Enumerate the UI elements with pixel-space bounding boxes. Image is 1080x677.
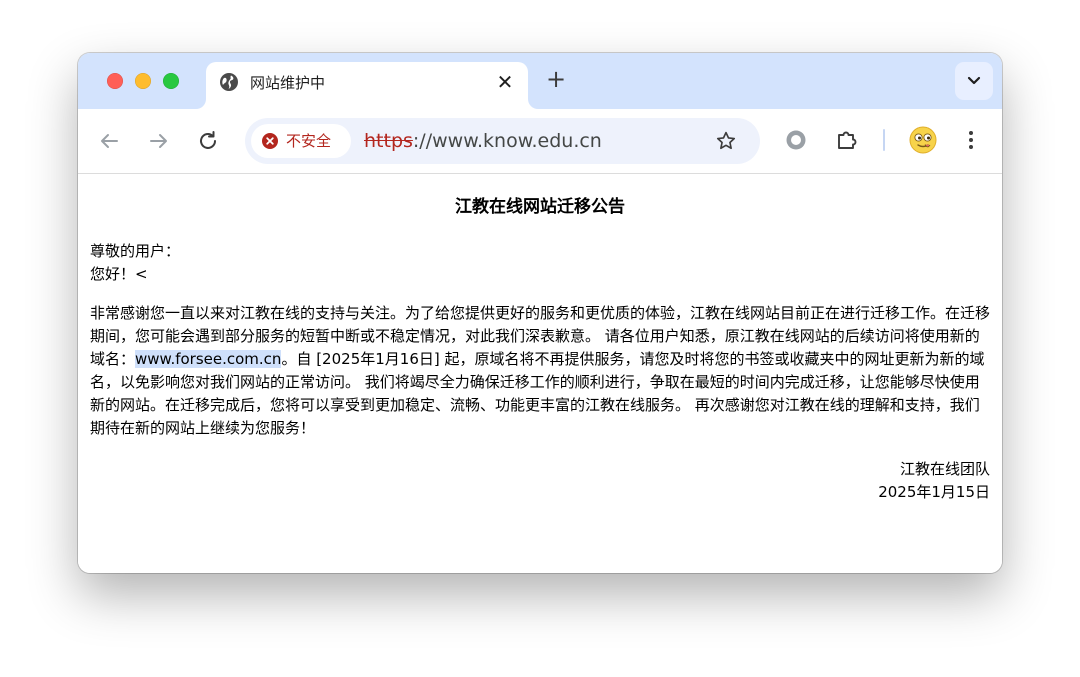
emoji-avatar-icon[interactable] xyxy=(908,125,938,155)
minimize-window-button[interactable] xyxy=(135,73,151,89)
reload-icon[interactable] xyxy=(196,129,220,153)
tab-active[interactable]: 网站维护中 ✕ xyxy=(206,62,528,109)
new-domain-text[interactable]: www.forsee.com.cn xyxy=(135,350,282,368)
browser-toolbar: 不安全 https://www.know.edu.cn xyxy=(78,109,1002,174)
toolbar-divider xyxy=(883,129,885,151)
warning-circle-icon xyxy=(262,133,278,149)
not-secure-label: 不安全 xyxy=(286,132,332,150)
browser-window: 网站维护中 ✕ + 不安全 https://www.know.edu.cn 江教… xyxy=(78,53,1002,573)
security-chip[interactable]: 不安全 xyxy=(251,124,351,158)
extension-circle-icon[interactable] xyxy=(784,128,808,152)
salutation: 尊敬的用户： xyxy=(90,242,181,260)
tab-close-button[interactable]: ✕ xyxy=(494,71,516,93)
signature-block: 江教在线团队 2025年1月15日 xyxy=(878,458,990,504)
tab-title: 网站维护中 xyxy=(250,74,326,92)
hello-line: 您好！< xyxy=(90,265,148,283)
url-scheme: https xyxy=(364,130,413,152)
url-host: ://www.know.edu.cn xyxy=(412,130,602,152)
star-icon[interactable] xyxy=(715,130,737,152)
signature-team: 江教在线团队 xyxy=(899,460,990,478)
greeting-block: 尊敬的用户： 您好！< xyxy=(90,240,180,286)
tab-strip: 网站维护中 ✕ + xyxy=(78,53,1002,109)
zoom-window-button[interactable] xyxy=(163,73,179,89)
close-window-button[interactable] xyxy=(107,73,123,89)
address-bar[interactable]: 不安全 https://www.know.edu.cn xyxy=(245,118,760,164)
tab-search-button[interactable] xyxy=(955,62,993,100)
url-text[interactable]: https://www.know.edu.cn xyxy=(364,130,602,152)
globe-icon xyxy=(220,73,238,91)
back-arrow-icon[interactable] xyxy=(97,129,121,153)
forward-arrow-icon[interactable] xyxy=(147,129,171,153)
puzzle-icon[interactable] xyxy=(835,128,859,152)
kebab-menu-icon[interactable] xyxy=(959,128,983,152)
signature-date: 2025年1月15日 xyxy=(878,483,990,501)
page-content: 江教在线网站迁移公告 尊敬的用户： 您好！< 非常感谢您一直以来对江教在线的支持… xyxy=(78,174,1002,573)
new-tab-button[interactable]: + xyxy=(544,67,568,91)
chevron-down-icon xyxy=(967,76,981,85)
page-title: 江教在线网站迁移公告 xyxy=(455,197,625,217)
announcement-body: 非常感谢您一直以来对江教在线的支持与关注。为了给您提供更好的服务和更优质的体验，… xyxy=(90,302,992,440)
